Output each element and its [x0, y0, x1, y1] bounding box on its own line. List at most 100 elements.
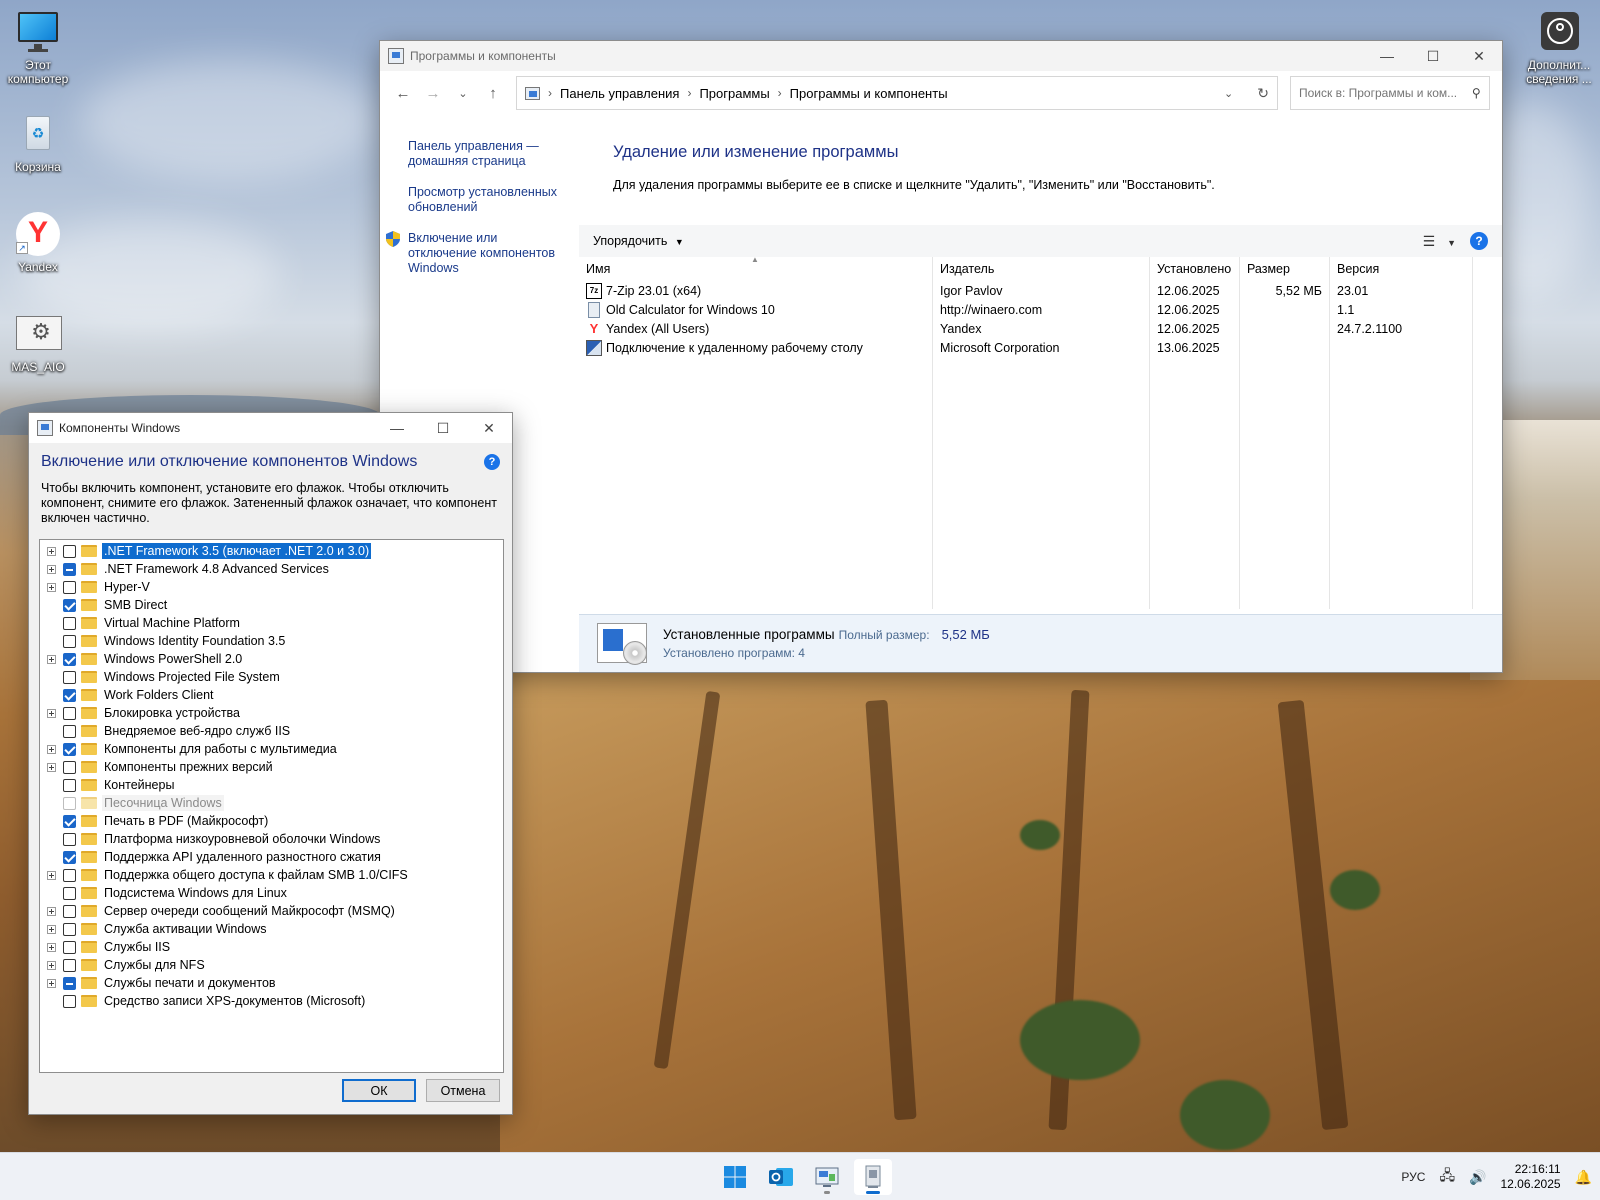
- feature-checkbox[interactable]: [63, 724, 76, 738]
- feature-item[interactable]: Блокировка устройства: [40, 704, 503, 722]
- feature-item[interactable]: Компоненты прежних версий: [40, 758, 503, 776]
- feature-checkbox[interactable]: [63, 598, 76, 612]
- feature-item[interactable]: Work Folders Client: [40, 686, 503, 704]
- windows-start-icon[interactable]: [716, 1159, 754, 1195]
- feature-checkbox[interactable]: [63, 670, 76, 684]
- feature-checkbox[interactable]: [63, 850, 76, 864]
- expand-plus-icon[interactable]: [47, 978, 56, 988]
- programs-features-icon[interactable]: [854, 1159, 892, 1195]
- feature-checkbox[interactable]: [63, 778, 76, 792]
- desktop-icon-additional-info[interactable]: Дополнит... сведения ...: [1520, 10, 1598, 86]
- feature-item[interactable]: Hyper-V: [40, 578, 503, 596]
- feature-checkbox[interactable]: [63, 562, 76, 576]
- feature-checkbox[interactable]: [63, 940, 76, 954]
- expand-plus-icon[interactable]: [47, 546, 56, 556]
- minimize-button[interactable]: —: [1364, 41, 1410, 71]
- refresh-icon[interactable]: ↻: [1257, 85, 1269, 102]
- breadcrumb-programs-and-features[interactable]: Программы и компоненты: [790, 86, 948, 101]
- recent-locations-chevron-icon[interactable]: ⌄: [448, 78, 478, 108]
- breadcrumb-programs[interactable]: Программы: [699, 86, 769, 101]
- link-turn-windows-features[interactable]: Включение или отключение компонентов Win…: [386, 231, 558, 276]
- column-version[interactable]: Версия: [1330, 257, 1473, 281]
- cancel-button[interactable]: Отмена: [426, 1079, 500, 1102]
- feature-item[interactable]: .NET Framework 4.8 Advanced Services: [40, 560, 503, 578]
- feature-checkbox[interactable]: [63, 904, 76, 918]
- back-arrow-icon[interactable]: ←: [388, 78, 418, 108]
- expand-plus-icon[interactable]: [47, 942, 56, 952]
- feature-item[interactable]: Сервер очереди сообщений Майкрософт (MSM…: [40, 902, 503, 920]
- feature-item[interactable]: Службы IIS: [40, 938, 503, 956]
- program-row[interactable]: Y Yandex (All Users) Yandex 12.06.2025 24…: [579, 319, 1502, 338]
- expand-plus-icon[interactable]: [47, 564, 56, 574]
- feature-checkbox[interactable]: [63, 742, 76, 756]
- notification-bell-icon[interactable]: 🔔: [1575, 1169, 1592, 1186]
- feature-item[interactable]: Средство записи XPS-документов (Microsof…: [40, 992, 503, 1010]
- clock[interactable]: 22:16:11 12.06.2025: [1501, 1162, 1561, 1192]
- feature-checkbox[interactable]: [63, 958, 76, 972]
- feature-item[interactable]: Службы печати и документов: [40, 974, 503, 992]
- feature-item[interactable]: Virtual Machine Platform: [40, 614, 503, 632]
- link-control-panel-home[interactable]: Панель управления — домашняя страница: [408, 139, 558, 169]
- ok-button[interactable]: ОК: [342, 1079, 416, 1102]
- close-button[interactable]: ✕: [1456, 41, 1502, 71]
- feature-checkbox[interactable]: [63, 652, 76, 666]
- feature-checkbox[interactable]: [63, 616, 76, 630]
- expand-plus-icon[interactable]: [47, 924, 56, 934]
- feature-item[interactable]: Поддержка API удаленного разностного сжа…: [40, 848, 503, 866]
- expand-plus-icon[interactable]: [47, 582, 56, 592]
- feature-checkbox[interactable]: [63, 688, 76, 702]
- address-dropdown-chevron-icon[interactable]: ⌄: [1224, 87, 1233, 100]
- expand-plus-icon[interactable]: [47, 960, 56, 970]
- feature-checkbox[interactable]: [63, 976, 76, 990]
- desktop-icon-this-pc[interactable]: Этот компьютер: [0, 10, 76, 86]
- desktop-icon-recycle-bin[interactable]: ♻ Корзина: [0, 112, 76, 174]
- feature-item[interactable]: Windows Identity Foundation 3.5: [40, 632, 503, 650]
- help-icon[interactable]: ?: [484, 454, 500, 470]
- up-arrow-icon[interactable]: ↑: [478, 78, 508, 108]
- expand-plus-icon[interactable]: [47, 654, 56, 664]
- feature-item[interactable]: Компоненты для работы с мультимедиа: [40, 740, 503, 758]
- features-tree[interactable]: .NET Framework 3.5 (включает .NET 2.0 и …: [39, 539, 504, 1073]
- program-row[interactable]: 7z 7-Zip 23.01 (x64) Igor Pavlov 12.06.20…: [579, 281, 1502, 300]
- program-row[interactable]: Old Calculator for Windows 10 http://win…: [579, 300, 1502, 319]
- outlook-icon[interactable]: [762, 1159, 800, 1195]
- feature-item[interactable]: SMB Direct: [40, 596, 503, 614]
- expand-plus-icon[interactable]: [47, 708, 56, 718]
- feature-checkbox[interactable]: [63, 868, 76, 882]
- organize-button[interactable]: Упорядочить ▼: [593, 234, 684, 248]
- language-indicator[interactable]: РУС: [1401, 1170, 1425, 1184]
- feature-item[interactable]: Подсистема Windows для Linux: [40, 884, 503, 902]
- search-icon[interactable]: ⚲: [1472, 86, 1481, 100]
- expand-plus-icon[interactable]: [47, 870, 56, 880]
- feature-checkbox[interactable]: [63, 994, 76, 1008]
- feature-item[interactable]: Службы для NFS: [40, 956, 503, 974]
- feature-item[interactable]: Windows PowerShell 2.0: [40, 650, 503, 668]
- expand-plus-icon[interactable]: [47, 906, 56, 916]
- close-button[interactable]: ✕: [466, 413, 512, 443]
- forward-arrow-icon[interactable]: →: [418, 78, 448, 108]
- search-input[interactable]: [1299, 86, 1473, 100]
- feature-checkbox[interactable]: [63, 886, 76, 900]
- column-publisher[interactable]: Издатель: [933, 257, 1150, 281]
- help-icon[interactable]: ?: [1470, 232, 1488, 250]
- program-row[interactable]: Подключение к удаленному рабочему столу …: [579, 338, 1502, 357]
- feature-item[interactable]: Windows Projected File System: [40, 668, 503, 686]
- column-size[interactable]: Размер: [1240, 257, 1330, 281]
- feature-checkbox[interactable]: [63, 814, 76, 828]
- feature-checkbox[interactable]: [63, 634, 76, 648]
- maximize-button[interactable]: ☐: [420, 413, 466, 443]
- feature-checkbox[interactable]: [63, 580, 76, 594]
- feature-checkbox[interactable]: [63, 544, 76, 558]
- feature-item[interactable]: .NET Framework 3.5 (включает .NET 2.0 и …: [40, 542, 503, 560]
- link-view-installed-updates[interactable]: Просмотр установленных обновлений: [408, 185, 558, 215]
- view-options-icon[interactable]: ☰ ▼: [1423, 233, 1456, 250]
- feature-item[interactable]: Печать в PDF (Майкрософт): [40, 812, 503, 830]
- feature-checkbox[interactable]: [63, 922, 76, 936]
- volume-icon[interactable]: 🔊: [1469, 1169, 1486, 1186]
- column-installed[interactable]: Установлено: [1150, 257, 1240, 281]
- expand-plus-icon[interactable]: [47, 744, 56, 754]
- maximize-button[interactable]: ☐: [1410, 41, 1456, 71]
- feature-checkbox[interactable]: [63, 706, 76, 720]
- desktop-icon-yandex[interactable]: Y ↗ Yandex: [0, 212, 76, 274]
- feature-item[interactable]: Платформа низкоуровневой оболочки Window…: [40, 830, 503, 848]
